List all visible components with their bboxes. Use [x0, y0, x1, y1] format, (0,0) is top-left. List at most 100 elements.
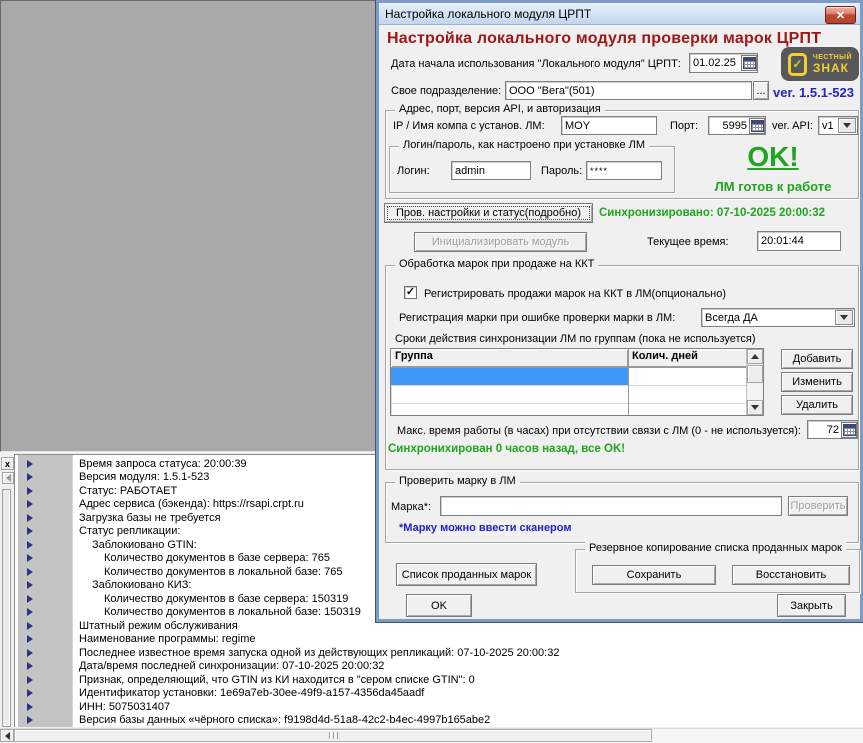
- scan-frame-icon: ✓: [788, 53, 807, 76]
- log-line-text: ИНН: 5075031407: [79, 701, 170, 713]
- error-mode-dropdown-button[interactable]: [835, 310, 853, 325]
- log-vertical-scrollbar[interactable]: [2, 489, 11, 727]
- save-button[interactable]: Сохранить: [592, 565, 716, 585]
- log-line: Идентификатор установки: 1e69a7eb-30ee-4…: [15, 687, 863, 701]
- table-scroll-thumb[interactable]: [747, 365, 763, 383]
- sync-table-caption: Сроки действия синхронизации ЛМ по групп…: [395, 333, 756, 345]
- scanner-hint: *Марку можно ввести сканером: [399, 522, 572, 534]
- error-mode-combobox[interactable]: Всегда ДА: [701, 308, 855, 327]
- add-button[interactable]: Добавить: [781, 349, 853, 369]
- port-input[interactable]: 5995: [708, 116, 766, 135]
- log-line-text: Количество документов в локальной базе: …: [104, 606, 361, 618]
- register-sales-checkbox[interactable]: ✓: [404, 286, 417, 299]
- current-time-value: 20:01:44: [761, 235, 837, 247]
- division-browse-button[interactable]: ...: [753, 81, 769, 100]
- log-collapse-button[interactable]: [2, 472, 14, 484]
- sync-groups-table[interactable]: Группа Колич. дней: [390, 348, 764, 416]
- log-marker: [15, 527, 65, 535]
- table-row[interactable]: [391, 386, 763, 404]
- calendar-icon: [743, 57, 756, 69]
- arrow-left-icon: [5, 732, 10, 740]
- check-settings-button[interactable]: Пров. настройки и статус(подробно): [384, 203, 593, 223]
- check-mark-button[interactable]: Проверить: [788, 496, 848, 516]
- log-marker: [15, 689, 65, 697]
- log-marker: [15, 473, 65, 481]
- log-line: Последнее известное время запуска одной …: [15, 646, 863, 660]
- current-time-label: Текущее время:: [647, 236, 729, 248]
- hscroll-left-button[interactable]: [0, 729, 14, 742]
- login-input[interactable]: admin: [451, 161, 531, 180]
- password-input[interactable]: ****: [586, 161, 662, 180]
- triangle-right-icon: [27, 676, 33, 684]
- ip-value: MOY: [565, 120, 653, 132]
- add-label: Добавить: [793, 353, 842, 365]
- selected-cell[interactable]: [391, 368, 628, 385]
- start-date-input[interactable]: 01.02.25: [689, 53, 758, 73]
- error-mode-label: Регистрация марки при ошибке проверки ма…: [399, 312, 675, 324]
- password-value: ****: [590, 166, 658, 176]
- login-value: admin: [455, 165, 527, 177]
- triangle-right-icon: [27, 716, 33, 724]
- column-header-group[interactable]: Группа: [391, 349, 628, 367]
- log-marker: [15, 649, 65, 657]
- settings-dialog: Настройка локального модуля ЦРПТ ✕ Настр…: [376, 0, 863, 622]
- table-scrollbar[interactable]: [746, 349, 763, 415]
- ok-sub-label: ЛМ готов к работе: [697, 179, 849, 194]
- log-line-text: Статус репликации:: [79, 525, 180, 537]
- api-label: ver. API:: [772, 120, 813, 132]
- delete-button[interactable]: Удалить: [781, 395, 853, 415]
- table-scroll-down-button[interactable]: [747, 400, 763, 415]
- ok-button[interactable]: OK: [406, 594, 472, 617]
- triangle-right-icon: [27, 514, 33, 522]
- max-hours-value: 72: [811, 424, 841, 436]
- log-marker: [15, 500, 65, 508]
- max-hours-picker-button[interactable]: [841, 422, 857, 438]
- log-marker: [15, 716, 65, 724]
- log-marker: [15, 703, 65, 711]
- triangle-right-icon: [27, 568, 33, 576]
- port-value: 5995: [712, 120, 749, 132]
- keypad-icon: [751, 120, 764, 132]
- division-label: Свое подразделение:: [391, 85, 501, 97]
- init-module-button[interactable]: Инициализировать модуль: [414, 232, 587, 252]
- version-label: ver. 1.5.1-523: [773, 85, 854, 100]
- log-line-text: Статус: РАБОТАЕТ: [79, 485, 177, 497]
- column-header-days[interactable]: Колич. дней: [628, 349, 747, 367]
- sold-list-button[interactable]: Список проданных марок: [396, 563, 537, 586]
- ip-label: IP / Имя компа с установ. ЛМ:: [393, 120, 545, 132]
- close-button[interactable]: Закрыть: [777, 594, 846, 617]
- port-picker-button[interactable]: [749, 118, 765, 134]
- calendar-button[interactable]: [741, 55, 757, 71]
- log-line-text: Признак, определяющий, что GTIN из КИ на…: [79, 674, 475, 686]
- log-close-button[interactable]: x: [1, 457, 14, 470]
- auth-group-title: Логин/пароль, как настроено при установк…: [399, 139, 649, 151]
- max-hours-input[interactable]: 72: [807, 420, 858, 439]
- close-label: Закрыть: [790, 600, 832, 612]
- log-line-text: Количество документов в локальной базе: …: [104, 566, 342, 578]
- dialog-close-button[interactable]: ✕: [825, 6, 856, 24]
- hscroll-thumb[interactable]: [14, 729, 652, 742]
- checkmark-icon: ✓: [406, 287, 415, 298]
- edit-button[interactable]: Изменить: [781, 372, 853, 392]
- ip-input[interactable]: MOY: [561, 116, 657, 135]
- dialog-title: Настройка локального модуля ЦРПТ: [385, 7, 591, 21]
- triangle-right-icon: [27, 608, 33, 616]
- table-row[interactable]: [391, 404, 763, 421]
- log-line-text: Версия базы данных «чёрного списка»: f91…: [79, 714, 490, 726]
- table-scroll-up-button[interactable]: [747, 349, 763, 364]
- api-dropdown-button[interactable]: [838, 118, 856, 133]
- close-icon: x: [5, 459, 10, 469]
- mark-input[interactable]: [440, 496, 782, 516]
- log-marker: [15, 581, 65, 589]
- restore-button[interactable]: Восстановить: [732, 565, 850, 585]
- triangle-right-icon: [27, 527, 33, 535]
- division-input[interactable]: ООО "Вега"(501): [505, 81, 752, 100]
- current-time-box[interactable]: 20:01:44: [757, 231, 841, 251]
- register-sales-label: Регистрировать продажи марок на ККТ в ЛМ…: [424, 288, 726, 300]
- backup-group-title: Резервное копирование списка проданных м…: [585, 542, 846, 554]
- api-combobox[interactable]: v1: [818, 116, 858, 135]
- log-line: Наименование программы: regime: [15, 633, 863, 647]
- log-horizontal-scrollbar[interactable]: [0, 728, 863, 743]
- table-row[interactable]: [391, 368, 763, 386]
- ok-big-label: OK!: [713, 141, 833, 173]
